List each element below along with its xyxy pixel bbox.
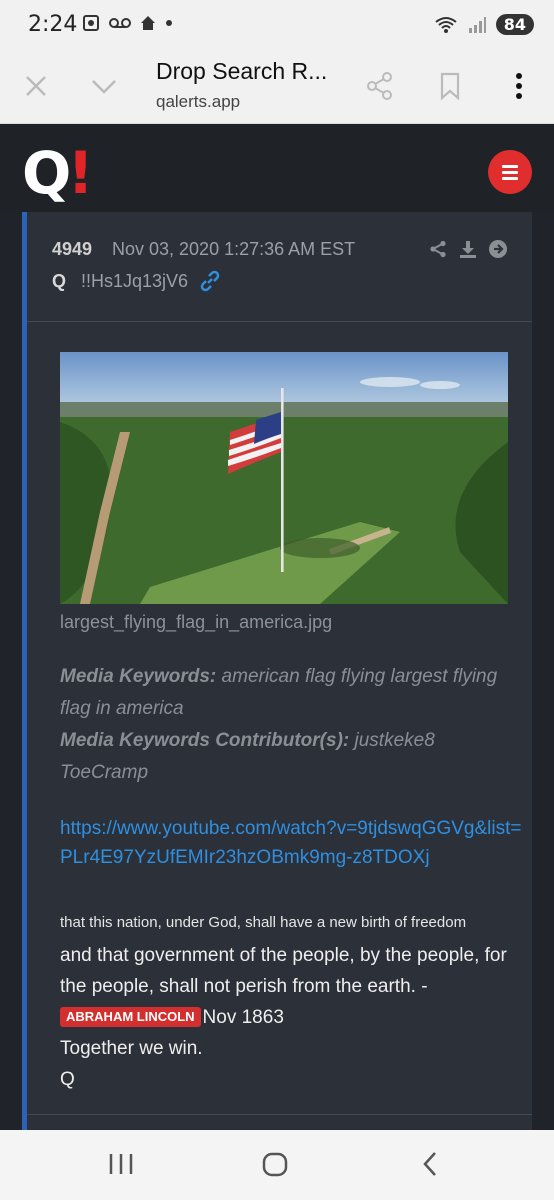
post-signature: Q xyxy=(60,1069,75,1090)
signal-icon xyxy=(468,16,486,33)
media-keywords-label: Media Keywords: xyxy=(60,666,217,687)
youtube-link[interactable]: https://www.youtube.com/watch?v=9tjdswqG… xyxy=(60,814,530,872)
page-url[interactable]: qalerts.app xyxy=(156,92,240,112)
media-contributors: Media Keywords Contributor(s): justkeke8… xyxy=(60,725,520,789)
q-logo[interactable]: Q! xyxy=(22,144,94,202)
abraham-lincoln-tag[interactable]: ABRAHAM LINCOLN xyxy=(60,1007,201,1027)
post-text-line-2: and that government of the people, by th… xyxy=(60,945,507,997)
battery-indicator: 84 xyxy=(495,14,534,35)
share-post-icon[interactable] xyxy=(429,240,447,258)
wifi-icon xyxy=(435,16,457,33)
hamburger-menu-button[interactable] xyxy=(488,150,532,194)
link-icon[interactable] xyxy=(199,270,221,292)
close-icon[interactable] xyxy=(20,70,52,102)
media-contributors-label: Media Keywords Contributor(s): xyxy=(60,730,350,751)
download-icon[interactable] xyxy=(459,240,477,258)
media-keywords: Media Keywords: american flag flying lar… xyxy=(60,661,520,725)
divider xyxy=(27,1114,532,1115)
post-body: and that government of the people, by th… xyxy=(60,940,525,1095)
post-text-line-1: that this nation, under God, shall have … xyxy=(60,914,467,931)
post-tripcode: !!Hs1Jq13jV6 xyxy=(81,271,189,291)
status-bar: 2:24 84 xyxy=(0,0,554,50)
bookmark-icon[interactable] xyxy=(434,70,466,102)
image-filename[interactable]: largest_flying_flag_in_america.jpg xyxy=(60,612,332,633)
screenshot-icon xyxy=(83,15,99,31)
back-icon[interactable] xyxy=(420,1150,440,1178)
chevron-down-icon[interactable] xyxy=(88,70,120,102)
post-header: 4949 Nov 03, 2020 1:27:36 AM EST Q !!Hs1… xyxy=(27,212,532,322)
home-status-icon xyxy=(141,16,155,30)
post-number: 4949 xyxy=(52,239,93,259)
post-text-line-3: Nov 1863 xyxy=(202,1007,284,1028)
voicemail-icon xyxy=(109,18,131,28)
dot-icon xyxy=(166,20,172,26)
app-header: Q! xyxy=(0,124,554,212)
share-icon[interactable] xyxy=(364,70,396,102)
post-author: Q xyxy=(52,271,67,291)
post-image[interactable] xyxy=(60,352,508,604)
home-icon[interactable] xyxy=(262,1150,288,1178)
recent-apps-icon[interactable] xyxy=(108,1150,134,1178)
system-nav-bar xyxy=(0,1130,554,1200)
forward-icon[interactable] xyxy=(489,240,507,258)
post-text-line-4: Together we win. xyxy=(60,1038,203,1059)
page-title: Drop Search R... xyxy=(156,58,328,84)
browser-toolbar: Drop Search R... qalerts.app xyxy=(0,50,554,124)
status-time: 2:24 xyxy=(28,12,78,37)
more-menu-icon[interactable] xyxy=(503,70,535,102)
post-date: Nov 03, 2020 1:27:36 AM EST xyxy=(112,239,356,259)
post-card: 4949 Nov 03, 2020 1:27:36 AM EST Q !!Hs1… xyxy=(22,212,532,1130)
